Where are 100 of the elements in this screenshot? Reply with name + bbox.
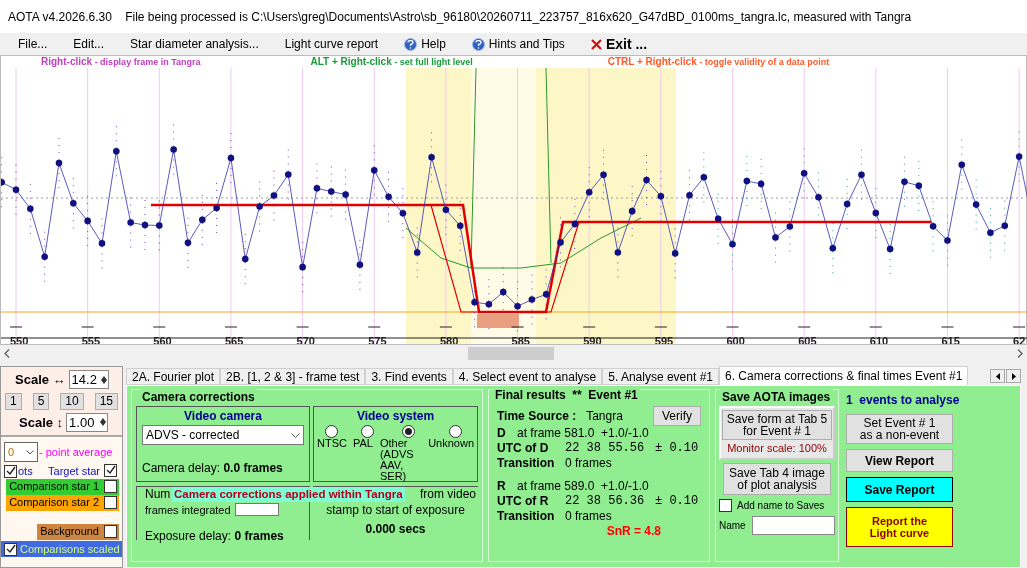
chevron-down-icon[interactable]: [291, 432, 300, 438]
menu-item[interactable]: Star diameter analysis...: [130, 35, 259, 53]
radio-label: NTSC: [317, 438, 347, 449]
utc-label: UTC of R: [497, 494, 550, 509]
utc-uncertainty: ± 0.10: [655, 494, 699, 509]
scale-spinner[interactable]: 1.00: [66, 412, 109, 432]
camera-dropdown[interactable]: ADVS - corrected: [142, 425, 304, 445]
add-name-checkbox[interactable]: [719, 498, 732, 512]
scale-preset-button[interactable]: 5: [32, 392, 50, 410]
series-checkbox[interactable]: [104, 480, 117, 493]
menu-item[interactable]: Help: [404, 35, 446, 53]
tab[interactable]: 5. Analyse event #1: [602, 368, 719, 385]
series-checkbox[interactable]: [104, 496, 117, 509]
frames-label: Num: [145, 487, 171, 502]
scaled-checkbox[interactable]: [4, 542, 17, 556]
window-title: AOTA v4.2026.6.30 File being processed is C:\Users\greg\Documents\Astro\sb_96180\20260711_223757_816x620_G47dBD_0100ms_tangra.lc, measured with Tangra: [8, 8, 912, 26]
scroll-thumb[interactable]: [468, 347, 554, 360]
event-name: R: [497, 479, 507, 494]
utc-value: 22 38 56.36: [565, 494, 646, 509]
transition-value: 0 frames: [565, 456, 612, 471]
notice-banner: Camera corrections applied within Tangra: [172, 487, 405, 502]
tab[interactable]: 2A. Fourier plot: [126, 368, 221, 385]
tab-scroll-right[interactable]: [1006, 369, 1021, 383]
scroll-right-icon[interactable]: [1017, 349, 1023, 358]
average-dropdown[interactable]: 0: [4, 442, 38, 462]
menu-item[interactable]: Hints and Tips: [471, 35, 565, 53]
utc-uncertainty: ± 0.10: [655, 441, 699, 456]
scale-preset-button[interactable]: 10: [60, 392, 84, 410]
right-triangle-icon[interactable]: [1011, 372, 1016, 380]
chevron-down-icon[interactable]: [26, 449, 34, 455]
save-tab4-button[interactable]: Save Tab 4 image of plot analysis: [723, 462, 831, 495]
tab[interactable]: 3. Find events: [365, 368, 453, 385]
add-name-label: Add name to Saves: [737, 498, 825, 513]
left-triangle-icon[interactable]: [995, 372, 1000, 380]
save-form-button[interactable]: Save form at Tab 5 for Event # 1: [722, 410, 832, 440]
menu-item[interactable]: File...: [18, 35, 48, 53]
view-report-button[interactable]: View Report: [846, 449, 953, 472]
utc-value: 22 38 55.56: [565, 441, 646, 456]
menu-item[interactable]: Exit ...: [590, 33, 648, 55]
offset-label: stamp to start of exposure: [326, 504, 465, 517]
series-checkbox[interactable]: [104, 463, 117, 477]
group-title: Video system: [356, 408, 435, 425]
non-event-button[interactable]: Set Event # 1 as a non-event: [846, 414, 953, 444]
name-label: Name: [719, 518, 746, 533]
radio-label: Unknown: [428, 438, 474, 449]
series-label: Comparison star 1: [6, 479, 102, 495]
series-checkbox[interactable]: [104, 525, 117, 538]
offset-label: from video: [419, 487, 476, 502]
tab[interactable]: 2B. [1, 2 & 3] - frame test: [220, 368, 366, 385]
points-checkbox[interactable]: [4, 464, 17, 478]
radio-button[interactable]: [325, 425, 338, 438]
scroll-left-icon[interactable]: [4, 349, 10, 358]
offset-value: 0.000 secs: [365, 523, 426, 536]
close-icon: [590, 38, 602, 50]
verify-button[interactable]: Verify: [653, 406, 701, 426]
series-label: Target star: [48, 464, 100, 478]
radio-button[interactable]: [360, 425, 374, 438]
spinner-arrows-icon[interactable]: [100, 375, 108, 384]
radio-label: PAL: [352, 438, 373, 449]
group-title: Video camera: [184, 408, 262, 425]
menu-item[interactable]: Light curve report: [284, 35, 379, 53]
radio-button[interactable]: [401, 425, 415, 438]
spinner-arrows-icon[interactable]: [100, 418, 108, 427]
time-source-label: Time Source :: [497, 408, 577, 424]
camera-delay-text: Camera delay: 0.0 frames: [142, 460, 283, 477]
report-curve-button[interactable]: Report the Light curve: [846, 507, 953, 547]
name-field[interactable]: [751, 515, 835, 535]
frames-label: frames integrated: [145, 503, 231, 516]
event-name: D: [497, 426, 507, 441]
tab-scroll-left[interactable]: [990, 369, 1005, 383]
scale-label: Scale ↔: [15, 371, 66, 389]
hint-text: ALT + Right-click - set full light level: [310, 55, 473, 70]
hint-text: CTRL + Right-click - toggle validity of a data point: [607, 55, 830, 70]
points-label: ots: [18, 464, 33, 478]
frames-field[interactable]: [234, 503, 279, 516]
events-count: 1 events to analyse: [846, 392, 960, 409]
monitor-scale-text: Monitor scale: 100%: [727, 441, 827, 456]
series-label: Comparison star 2: [6, 495, 102, 511]
series-label: Background: [37, 524, 102, 540]
utc-label: UTC of D: [497, 441, 550, 456]
hint-text: Right-click - display frame in Tangra: [41, 55, 201, 70]
scale-label: Scale ↕: [19, 413, 64, 432]
save-report-button[interactable]: Save Report: [846, 477, 953, 502]
event-frame: at frame 581.0 +1.0/-1.0: [517, 426, 649, 441]
tab[interactable]: 4. Select event to analyse: [452, 368, 603, 385]
tab[interactable]: 6. Camera corrections & final times Event #1: [719, 366, 969, 385]
radio-button[interactable]: [448, 425, 462, 438]
scale-preset-button[interactable]: 15: [94, 392, 118, 410]
transition-label: Transition: [497, 456, 556, 471]
time-source-value: Tangra: [586, 408, 623, 424]
scale-preset-button[interactable]: 1: [5, 392, 22, 410]
event-frame: at frame 589.0 +1.0/-1.0: [517, 479, 649, 494]
help-icon: [471, 37, 485, 51]
help-icon: [404, 37, 418, 51]
snr-value: SnR = 4.8: [606, 524, 661, 539]
menu-item[interactable]: Edit...: [73, 35, 105, 53]
radio-label: Other (ADVS AAV, SER): [379, 438, 415, 482]
transition-label: Transition: [497, 509, 556, 524]
average-label: - point average: [39, 445, 113, 459]
scale-spinner[interactable]: 14.2: [68, 370, 109, 390]
